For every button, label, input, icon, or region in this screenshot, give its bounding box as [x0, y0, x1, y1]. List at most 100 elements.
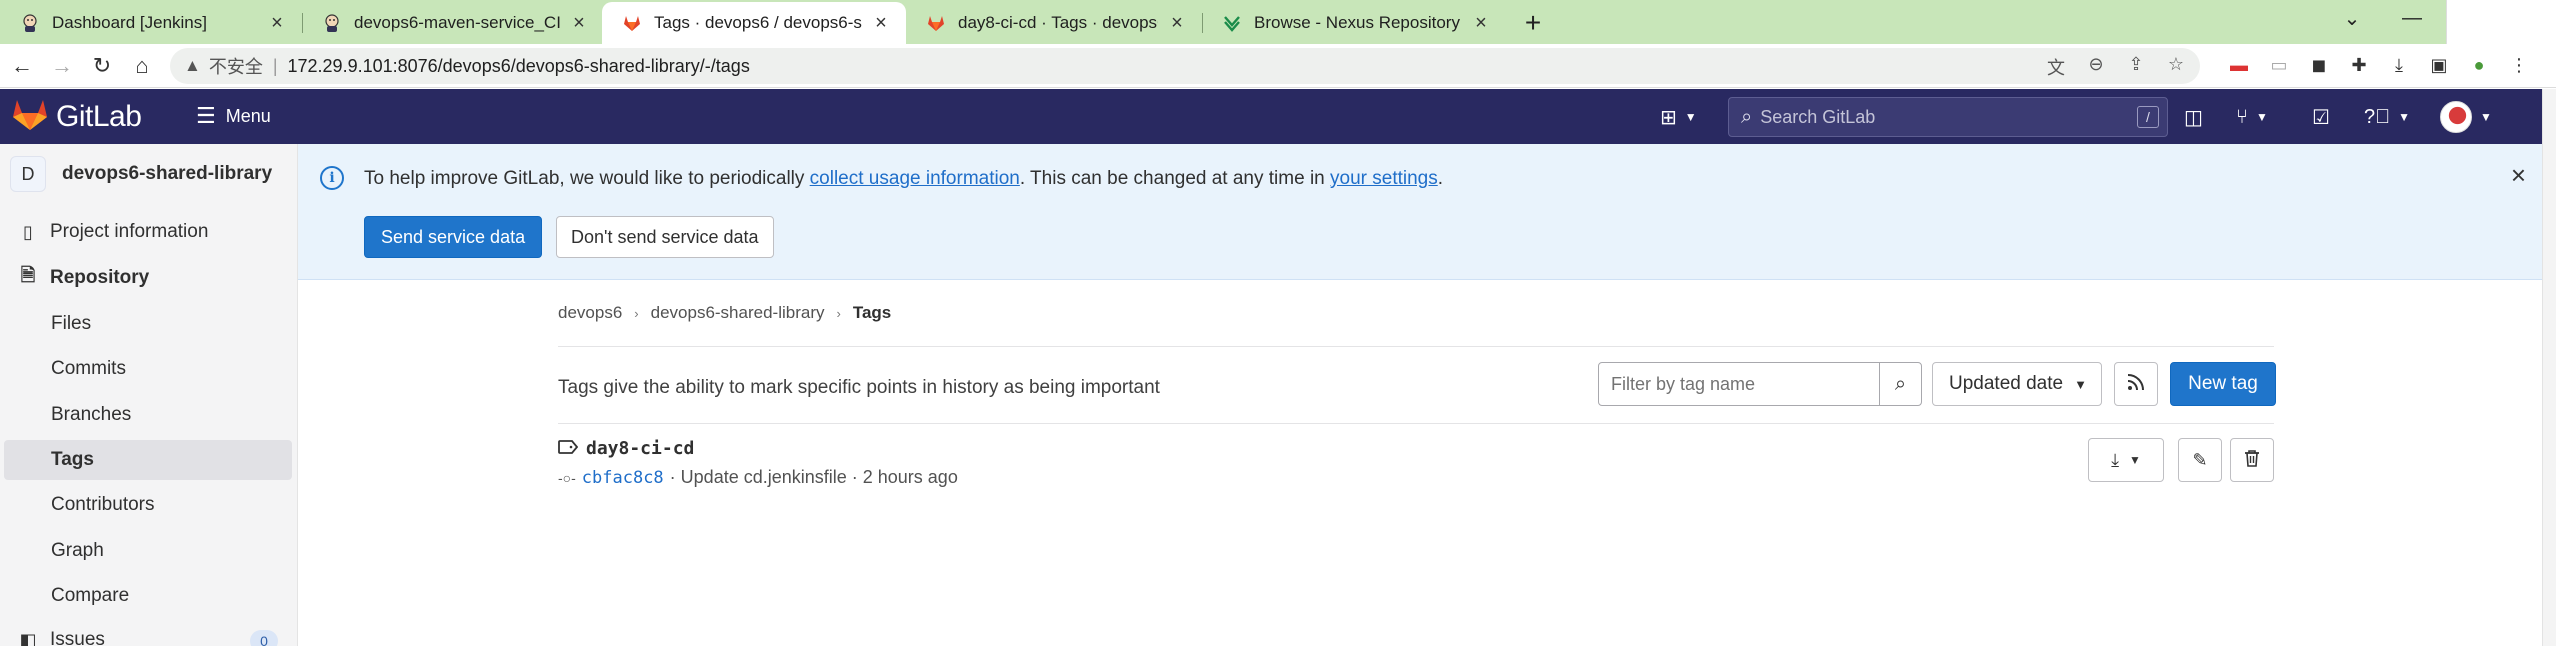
sidebar-item-label: Tags [51, 449, 94, 470]
send-service-data-button[interactable]: Send service data [364, 216, 543, 258]
back-button[interactable]: ← [6, 50, 38, 82]
commit-sha-link[interactable]: cbfac8c8 [582, 468, 664, 488]
address-bar[interactable]: ▲ 不安全 | 172.29.9.101:8076/devops6/devops… [170, 48, 2200, 84]
dont-send-service-data-button[interactable]: Don't send service data [556, 216, 774, 258]
jenkins-icon [20, 13, 40, 33]
breadcrumb-item-group[interactable]: devops6 [558, 303, 622, 323]
download-icon: ⤓ [2111, 449, 2120, 470]
create-new-dropdown[interactable]: ⊞ ▼ [1660, 103, 1697, 131]
merge-requests-dropdown[interactable]: ⑂ ▼ [2236, 103, 2268, 131]
user-menu-dropdown[interactable]: ▼ [2440, 101, 2492, 133]
sidebar-item-tags[interactable]: Tags [4, 440, 292, 480]
tab-title: day8-ci-cd · Tags · devops6 / d [958, 13, 1158, 32]
tag-name: day8-ci-cd [586, 438, 695, 459]
banner-text: . [1437, 168, 1444, 189]
reload-button[interactable]: ↻ [86, 50, 118, 82]
issues-icon: ◧ [19, 629, 37, 646]
project-header-link[interactable]: D devops6-shared-library [10, 156, 272, 192]
home-button[interactable]: ⌂ [126, 50, 158, 82]
rss-feed-button[interactable] [2114, 362, 2158, 406]
service-data-banner: i To help improve GitLab, we would like … [298, 144, 2542, 280]
search-box[interactable]: ⌕ / [1728, 97, 2168, 137]
search-icon[interactable]: ⌕ [1879, 363, 1921, 405]
bookmark-star-icon[interactable]: ☆ [2166, 54, 2186, 80]
browser-menu-icon[interactable]: ⋮ [2508, 52, 2530, 78]
browser-tab-maven-ci[interactable]: devops6-maven-service_CI [Je × [302, 2, 604, 44]
sidebar-item-compare[interactable]: Compare [4, 576, 292, 616]
banner-text: . This can be changed at any time in [1019, 168, 1331, 189]
sidebar-item-label: Repository [50, 267, 150, 288]
collect-usage-link[interactable]: collect usage information [810, 168, 1020, 189]
sidebar-item-branches[interactable]: Branches [4, 395, 292, 435]
close-icon[interactable]: × [870, 12, 892, 34]
menu-button[interactable]: ☰ Menu [196, 103, 271, 129]
sidebar-item-files[interactable]: Files [4, 304, 292, 344]
edit-tag-button[interactable]: ✎ [2178, 438, 2222, 482]
sidebar-item-project-information[interactable]: ▯ Project information [4, 212, 292, 252]
share-icon[interactable]: ⇪ [2126, 54, 2146, 80]
browser-tab-gitlab-tags[interactable]: Tags · devops6 / devops6-shar × [602, 2, 906, 44]
sidebar-item-label: Graph [51, 540, 104, 561]
browser-tab-jenkins-dashboard[interactable]: Dashboard [Jenkins] × [0, 2, 302, 44]
tab-title: Dashboard [Jenkins] [52, 13, 207, 32]
profile-icon[interactable]: ● [2468, 52, 2490, 78]
close-icon[interactable]: × [1470, 12, 1492, 34]
tag-name-link[interactable]: day8-ci-cd [558, 438, 958, 459]
extension-red-icon[interactable]: ▬ [2228, 52, 2250, 78]
tags-description: Tags give the ability to mark specific p… [558, 377, 1160, 398]
tab-search-chevron-icon[interactable]: ⌄ [2332, 0, 2372, 36]
extension-icons: ▬ ▭ ◼ ✚ ⤓ ▣ ● ⋮ [2228, 52, 2530, 78]
new-tag-button[interactable]: New tag [2170, 362, 2276, 406]
delete-tag-button[interactable] [2230, 438, 2274, 482]
gitlab-icon [622, 13, 642, 33]
help-icon: ?⃝ [2364, 105, 2391, 128]
hamburger-icon: ☰ [196, 103, 216, 128]
sort-dropdown[interactable]: Updated date ▼ [1932, 362, 2102, 406]
forward-button[interactable]: → [46, 50, 78, 82]
sidebar-item-label: Commits [51, 358, 126, 379]
sidebar-item-repository[interactable]: 🗎 Repository [4, 258, 292, 298]
chevron-down-icon: ▼ [2398, 110, 2411, 124]
document-icon: 🗎 [20, 265, 36, 285]
gitlab-icon [926, 13, 946, 33]
sidebar-item-issues[interactable]: ◧ Issues 0 [4, 620, 292, 646]
search-input[interactable] [1760, 106, 2121, 128]
browser-tab-gitlab-day8[interactable]: day8-ci-cd · Tags · devops6 / d × [906, 2, 1202, 44]
new-tab-button[interactable]: + [1516, 6, 1550, 40]
banner-text: To help improve GitLab, we would like to… [364, 168, 810, 189]
commit-icon: -○- [558, 469, 576, 486]
close-icon[interactable]: × [266, 12, 288, 34]
close-icon[interactable]: × [2511, 160, 2526, 191]
download-icon[interactable]: ⤓ [2388, 52, 2410, 78]
info-icon: i [320, 166, 344, 190]
your-settings-link[interactable]: your settings [1330, 168, 1438, 189]
help-dropdown[interactable]: ?⃝ ▼ [2364, 103, 2410, 131]
page-scrollbar[interactable] [2542, 89, 2556, 646]
translate-icon[interactable]: 文 [2046, 54, 2066, 80]
gitlab-home-link[interactable]: GitLab [12, 97, 142, 136]
merge-request-icon: ⑂ [2236, 105, 2248, 128]
close-icon[interactable]: × [1166, 12, 1188, 34]
zoom-icon[interactable]: ⊖ [2086, 54, 2106, 80]
browser-tab-nexus[interactable]: Browse - Nexus Repository Ma × [1202, 2, 1506, 44]
extension-dark-icon[interactable]: ◼ [2308, 52, 2330, 78]
puzzle-icon[interactable]: ✚ [2348, 52, 2370, 78]
close-icon[interactable]: × [568, 12, 590, 34]
warning-icon: ▲ [184, 56, 201, 75]
sidebar-item-label: Compare [51, 585, 130, 606]
breadcrumb-item-current[interactable]: Tags [853, 303, 891, 323]
filter-tag-input[interactable] [1599, 363, 1879, 405]
chevron-down-icon: ▼ [2480, 110, 2492, 124]
todos-icon[interactable]: ☑ [2312, 103, 2330, 131]
tab-title: Tags · devops6 / devops6-shar [654, 13, 862, 32]
project-info-icon: ▯ [23, 221, 33, 242]
sidebar-item-graph[interactable]: Graph [4, 531, 292, 571]
minimize-window-button[interactable]: — [2392, 0, 2432, 36]
breadcrumb-item-project[interactable]: devops6-shared-library [651, 303, 825, 323]
sidebar-item-commits[interactable]: Commits [4, 349, 292, 389]
extension-gray-icon[interactable]: ▭ [2268, 52, 2290, 78]
sidebar-item-contributors[interactable]: Contributors [4, 485, 292, 525]
issues-nav-icon[interactable]: ◫ [2184, 103, 2203, 131]
side-panel-icon[interactable]: ▣ [2428, 52, 2450, 78]
download-dropdown[interactable]: ⤓ ▼ [2088, 438, 2164, 482]
